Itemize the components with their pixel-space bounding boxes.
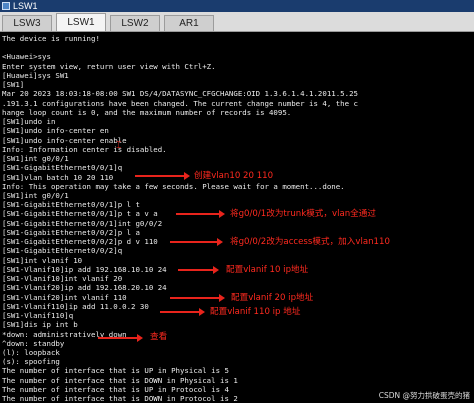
- text-cursor-icon: ⌶: [116, 141, 122, 151]
- arrow-view: [98, 334, 143, 342]
- app-icon: [2, 2, 10, 10]
- terminal-line: [SW1-GigabitEthernet0/0/2]p l a: [2, 227, 140, 237]
- terminal-line: The number of interface that is UP in Pr…: [2, 384, 229, 394]
- window-title: LSW1: [13, 1, 38, 11]
- terminal-line: The device is running!: [2, 34, 100, 43]
- terminal-line: The number of interface that is UP in Ph…: [2, 366, 229, 376]
- tab-lsw1[interactable]: LSW1: [56, 13, 106, 31]
- terminal-line: ^down: standby: [2, 338, 65, 348]
- terminal-line: [SW1]vlan batch 10 20 110: [2, 172, 114, 182]
- tab-lsw2[interactable]: LSW2: [110, 15, 160, 31]
- annotation-trunk: 将g0/0/1改为trunk模式，vlan全通过: [230, 209, 376, 219]
- terminal-line: .191.3.1 configurations have been change…: [2, 98, 358, 108]
- terminal-line: hange loop count is 0, and the maximum n…: [2, 107, 292, 117]
- terminal-line: [SW1-GigabitEthernet0/0/1]int g0/0/2: [2, 218, 163, 228]
- arrow-vlanif20: [170, 294, 225, 302]
- terminal-line: [SW1-GigabitEthernet0/0/1]q: [2, 163, 123, 173]
- arrow-trunk: [176, 210, 225, 218]
- terminal-line: [Huawei]sys SW1: [2, 70, 69, 80]
- terminal-line: [SW1]undo in: [2, 117, 56, 127]
- annotation-access: 将g0/0/2改为access模式，加入vlan110: [230, 237, 390, 247]
- terminal-line: [SW1]: [2, 80, 25, 90]
- arrow-vlan-create: [135, 172, 190, 180]
- terminal-line: [SW1]undo info-center enable: [2, 135, 127, 145]
- tab-lsw3[interactable]: LSW3: [2, 15, 52, 31]
- tab-ar1[interactable]: AR1: [164, 15, 214, 31]
- terminal-line: The number of interface that is DOWN in …: [2, 394, 238, 403]
- terminal-line: [SW1-GigabitEthernet0/0/2]q: [2, 246, 123, 256]
- terminal-line: [SW1]int g0/0/1: [2, 190, 69, 200]
- arrow-access: [170, 238, 223, 246]
- terminal-line: [SW1]int vlanif 10: [2, 255, 83, 265]
- terminal-console[interactable]: The device is running! <Huawei>sys Enter s…: [0, 33, 474, 403]
- window-titlebar: LSW1: [0, 0, 474, 12]
- terminal-line: (s): spoofing: [2, 357, 60, 367]
- annotation-vlan-create: 创建vlan10 20 110: [194, 171, 274, 181]
- tab-bar: LSW3 LSW1 LSW2 AR1: [0, 12, 474, 32]
- terminal-line: Mar 20 2023 18:03:18-08:00 SW1 DS/4/DATA…: [2, 89, 358, 99]
- terminal-line: Info: This operation may take a few seco…: [2, 181, 345, 191]
- terminal-line: [SW1]undo info-center en: [2, 126, 109, 136]
- terminal-line: The number of interface that is DOWN in …: [2, 375, 238, 385]
- terminal-line: (l): loopback: [2, 347, 60, 357]
- terminal-line: Info: Information center is disabled.: [2, 144, 167, 154]
- terminal-line: [SW1-Vlanif110]ip add 11.0.0.2 30: [2, 301, 149, 311]
- annotation-vlanif110: 配置vlanif 110 ip 地址: [210, 307, 301, 317]
- terminal-line: [SW1]int g0/0/1: [2, 154, 69, 164]
- annotation-vlanif20: 配置vlanif 20 ip地址: [231, 293, 314, 303]
- annotation-vlanif10: 配置vlanif 10 ip地址: [226, 265, 309, 275]
- terminal-line: [SW1]dis ip int b: [2, 320, 78, 330]
- annotation-view: 查看: [150, 332, 168, 342]
- terminal-line: <Huawei>sys: [2, 52, 51, 62]
- terminal-line: *down: administratively down: [2, 329, 127, 339]
- terminal-line: [SW1-Vlanif20]ip add 192.168.20.10 24: [2, 283, 167, 293]
- csdn-watermark: CSDN @努力拱破蛋壳的猪: [378, 391, 470, 400]
- arrow-vlanif10: [178, 266, 219, 274]
- arrow-vlanif110: [160, 308, 205, 316]
- terminal-line: [SW1-Vlanif10]int vlanif 20: [2, 274, 123, 284]
- terminal-line: Enter system view, return user view with…: [2, 61, 216, 71]
